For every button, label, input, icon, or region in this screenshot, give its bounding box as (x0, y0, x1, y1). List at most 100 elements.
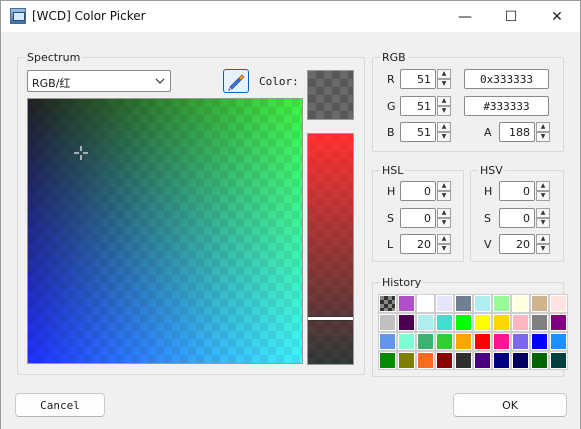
close-button[interactable]: ✕ (534, 1, 580, 32)
history-swatch[interactable] (435, 351, 454, 370)
history-swatch[interactable] (397, 332, 416, 351)
r-increment-icon[interactable]: ▲ (437, 69, 451, 79)
hsl-s-label: S (387, 212, 394, 225)
history-swatch[interactable] (416, 332, 435, 351)
hsv-s-increment-icon[interactable]: ▲ (536, 208, 550, 218)
slider-handle[interactable] (308, 316, 353, 321)
history-swatch[interactable] (511, 332, 530, 351)
hsv-s-decrement-icon[interactable]: ▼ (536, 218, 550, 228)
hsl-s-value[interactable]: 0 (400, 208, 436, 228)
history-swatch[interactable] (397, 351, 416, 370)
b-spinbox[interactable]: 51 ▲ ▼ (400, 122, 452, 142)
history-swatch[interactable] (454, 313, 473, 332)
history-swatch[interactable] (511, 351, 530, 370)
a-spinbox[interactable]: 188 ▲ ▼ (499, 122, 551, 142)
eyedropper-button[interactable] (223, 69, 249, 93)
hsl-h-spinbox[interactable]: 0 ▲ ▼ (400, 181, 452, 201)
a-increment-icon[interactable]: ▲ (536, 122, 550, 132)
a-value[interactable]: 188 (499, 122, 535, 142)
hsl-l-value[interactable]: 20 (400, 234, 436, 254)
b-value[interactable]: 51 (400, 122, 436, 142)
g-decrement-icon[interactable]: ▼ (437, 106, 451, 116)
history-swatch[interactable] (454, 351, 473, 370)
maximize-button[interactable]: ☐ (488, 1, 534, 32)
hsl-s-spinbox[interactable]: 0 ▲ ▼ (400, 208, 452, 228)
hsv-h-decrement-icon[interactable]: ▼ (536, 191, 550, 201)
hsl-l-decrement-icon[interactable]: ▼ (437, 244, 451, 254)
history-swatch[interactable] (416, 313, 435, 332)
minimize-icon: — (458, 8, 472, 25)
history-swatch[interactable] (492, 294, 511, 313)
hsv-v-value[interactable]: 20 (499, 234, 535, 254)
r-label: R (387, 73, 395, 86)
history-swatch[interactable] (492, 332, 511, 351)
history-swatch[interactable] (416, 351, 435, 370)
g-value[interactable]: 51 (400, 96, 436, 116)
r-spinbox[interactable]: 51 ▲ ▼ (400, 69, 452, 89)
a-decrement-icon[interactable]: ▼ (536, 132, 550, 142)
color-mode-select[interactable]: RGB/红 (27, 70, 171, 92)
history-swatch[interactable] (473, 351, 492, 370)
history-swatch[interactable] (378, 351, 397, 370)
cancel-button[interactable]: Cancel (15, 393, 105, 417)
ok-button[interactable]: OK (453, 393, 567, 417)
hsv-s-spinbox[interactable]: 0 ▲ ▼ (499, 208, 551, 228)
history-swatch[interactable] (549, 332, 568, 351)
history-swatch[interactable] (511, 294, 530, 313)
g-label: G (387, 100, 396, 113)
b-increment-icon[interactable]: ▲ (437, 122, 451, 132)
hsl-l-increment-icon[interactable]: ▲ (437, 234, 451, 244)
history-swatch[interactable] (530, 294, 549, 313)
red-channel-slider[interactable] (307, 133, 354, 365)
history-swatch[interactable] (473, 313, 492, 332)
history-swatch[interactable] (492, 313, 511, 332)
history-swatch[interactable] (435, 294, 454, 313)
history-swatch[interactable] (397, 294, 416, 313)
history-swatch[interactable] (511, 313, 530, 332)
history-swatch[interactable] (530, 351, 549, 370)
history-swatch[interactable] (435, 332, 454, 351)
history-swatch[interactable] (416, 294, 435, 313)
r-decrement-icon[interactable]: ▼ (437, 79, 451, 89)
hsl-h-decrement-icon[interactable]: ▼ (437, 191, 451, 201)
spectrum-checker-layer (28, 99, 302, 363)
hsv-v-label: V (484, 238, 492, 251)
history-swatch[interactable] (473, 294, 492, 313)
history-swatch[interactable] (530, 313, 549, 332)
hsl-h-value[interactable]: 0 (400, 181, 436, 201)
hsl-s-decrement-icon[interactable]: ▼ (437, 218, 451, 228)
history-swatch[interactable] (454, 332, 473, 351)
history-swatch[interactable] (549, 313, 568, 332)
title-bar[interactable]: [WCD] Color Picker — ☐ ✕ (1, 1, 580, 32)
r-value[interactable]: 51 (400, 69, 436, 89)
history-swatch[interactable] (378, 294, 397, 313)
g-spinbox[interactable]: 51 ▲ ▼ (400, 96, 452, 116)
hsl-s-increment-icon[interactable]: ▲ (437, 208, 451, 218)
history-swatch[interactable] (435, 313, 454, 332)
hsv-v-spinbox[interactable]: 20 ▲ ▼ (499, 234, 551, 254)
history-swatch[interactable] (378, 332, 397, 351)
hsv-s-value[interactable]: 0 (499, 208, 535, 228)
hex-value-field[interactable]: 0x333333 (464, 69, 549, 89)
html-color-field[interactable]: #333333 (464, 96, 549, 116)
hsl-h-increment-icon[interactable]: ▲ (437, 181, 451, 191)
b-decrement-icon[interactable]: ▼ (437, 132, 451, 142)
hsv-s-label: S (484, 212, 491, 225)
history-swatch[interactable] (378, 313, 397, 332)
history-swatch[interactable] (549, 294, 568, 313)
history-swatch[interactable] (454, 294, 473, 313)
g-increment-icon[interactable]: ▲ (437, 96, 451, 106)
history-swatch[interactable] (397, 313, 416, 332)
hsv-v-decrement-icon[interactable]: ▼ (536, 244, 550, 254)
history-swatch[interactable] (473, 332, 492, 351)
minimize-button[interactable]: — (442, 1, 488, 32)
color-spectrum-canvas[interactable] (27, 98, 303, 364)
history-swatch[interactable] (549, 351, 568, 370)
hsv-h-increment-icon[interactable]: ▲ (536, 181, 550, 191)
hsv-v-increment-icon[interactable]: ▲ (536, 234, 550, 244)
history-swatch[interactable] (492, 351, 511, 370)
hsl-l-spinbox[interactable]: 20 ▲ ▼ (400, 234, 452, 254)
history-swatch[interactable] (530, 332, 549, 351)
hsv-h-value[interactable]: 0 (499, 181, 535, 201)
hsv-h-spinbox[interactable]: 0 ▲ ▼ (499, 181, 551, 201)
